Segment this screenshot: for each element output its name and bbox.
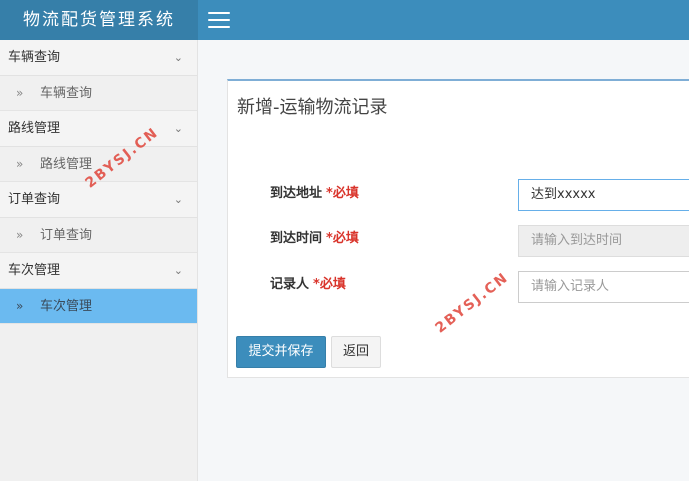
arrival-address-input[interactable]: 达到xxxxx bbox=[518, 179, 689, 211]
sidebar-group-label: 订单查询 bbox=[8, 192, 61, 207]
top-header: 物流配货管理系统 bbox=[0, 0, 689, 40]
sidebar-group-trip-management[interactable]: 车次管理 ⌄ bbox=[0, 253, 197, 289]
arrival-address-label: 到达地址 *必填 bbox=[270, 186, 359, 201]
recorder-input[interactable]: 请输入记录人 bbox=[518, 271, 689, 303]
sidebar-group-vehicle-query[interactable]: 车辆查询 ⌄ bbox=[0, 40, 197, 76]
sidebar-group-route-management[interactable]: 路线管理 ⌄ bbox=[0, 111, 197, 147]
sidebar-item-vehicle-query[interactable]: » 车辆查询 bbox=[0, 76, 197, 111]
double-chevron-right-icon: » bbox=[16, 157, 24, 171]
double-chevron-right-icon: » bbox=[16, 228, 24, 242]
required-mark: *必填 bbox=[313, 277, 346, 292]
double-chevron-right-icon: » bbox=[16, 299, 24, 313]
chevron-down-icon: ⌄ bbox=[173, 264, 183, 277]
sidebar-item-order-query[interactable]: » 订单查询 bbox=[0, 218, 197, 253]
arrival-time-label: 到达时间 *必填 bbox=[270, 231, 359, 246]
sidebar-group-label: 车辆查询 bbox=[8, 50, 61, 65]
chevron-down-icon: ⌄ bbox=[173, 193, 183, 206]
chevron-down-icon: ⌄ bbox=[173, 51, 183, 64]
chevron-down-icon: ⌄ bbox=[173, 122, 183, 135]
hamburger-icon[interactable] bbox=[208, 12, 230, 28]
sidebar-item-label: 车次管理 bbox=[40, 299, 93, 314]
required-mark: *必填 bbox=[326, 186, 359, 201]
sidebar: 车辆查询 ⌄ » 车辆查询 路线管理 ⌄ » 路线管理 订单查询 ⌄ » 订单查… bbox=[0, 40, 198, 481]
sidebar-item-route-management[interactable]: » 路线管理 bbox=[0, 147, 197, 182]
sidebar-group-label: 路线管理 bbox=[8, 121, 61, 136]
app-title: 物流配货管理系统 bbox=[0, 0, 198, 40]
main-content: 新增-运输物流记录 到达地址 *必填 达到xxxxx 到达时间 *必填 请输入到达时… bbox=[198, 40, 689, 481]
arrival-time-input[interactable]: 请输入到达时间 bbox=[518, 225, 689, 257]
sidebar-group-label: 车次管理 bbox=[8, 263, 61, 278]
back-button[interactable]: 返回 bbox=[331, 336, 381, 368]
sidebar-item-label: 路线管理 bbox=[40, 157, 93, 172]
submit-save-button[interactable]: 提交并保存 bbox=[236, 336, 326, 368]
form-title: 新增-运输物流记录 bbox=[237, 97, 388, 118]
recorder-label: 记录人 *必填 bbox=[270, 277, 346, 292]
sidebar-group-order-query[interactable]: 订单查询 ⌄ bbox=[0, 182, 197, 218]
required-mark: *必填 bbox=[326, 231, 359, 246]
form-panel: 新增-运输物流记录 到达地址 *必填 达到xxxxx 到达时间 *必填 请输入到达时… bbox=[227, 79, 689, 378]
sidebar-item-trip-management[interactable]: » 车次管理 bbox=[0, 289, 197, 324]
double-chevron-right-icon: » bbox=[16, 86, 24, 100]
sidebar-item-label: 车辆查询 bbox=[40, 86, 93, 101]
sidebar-item-label: 订单查询 bbox=[40, 228, 93, 243]
